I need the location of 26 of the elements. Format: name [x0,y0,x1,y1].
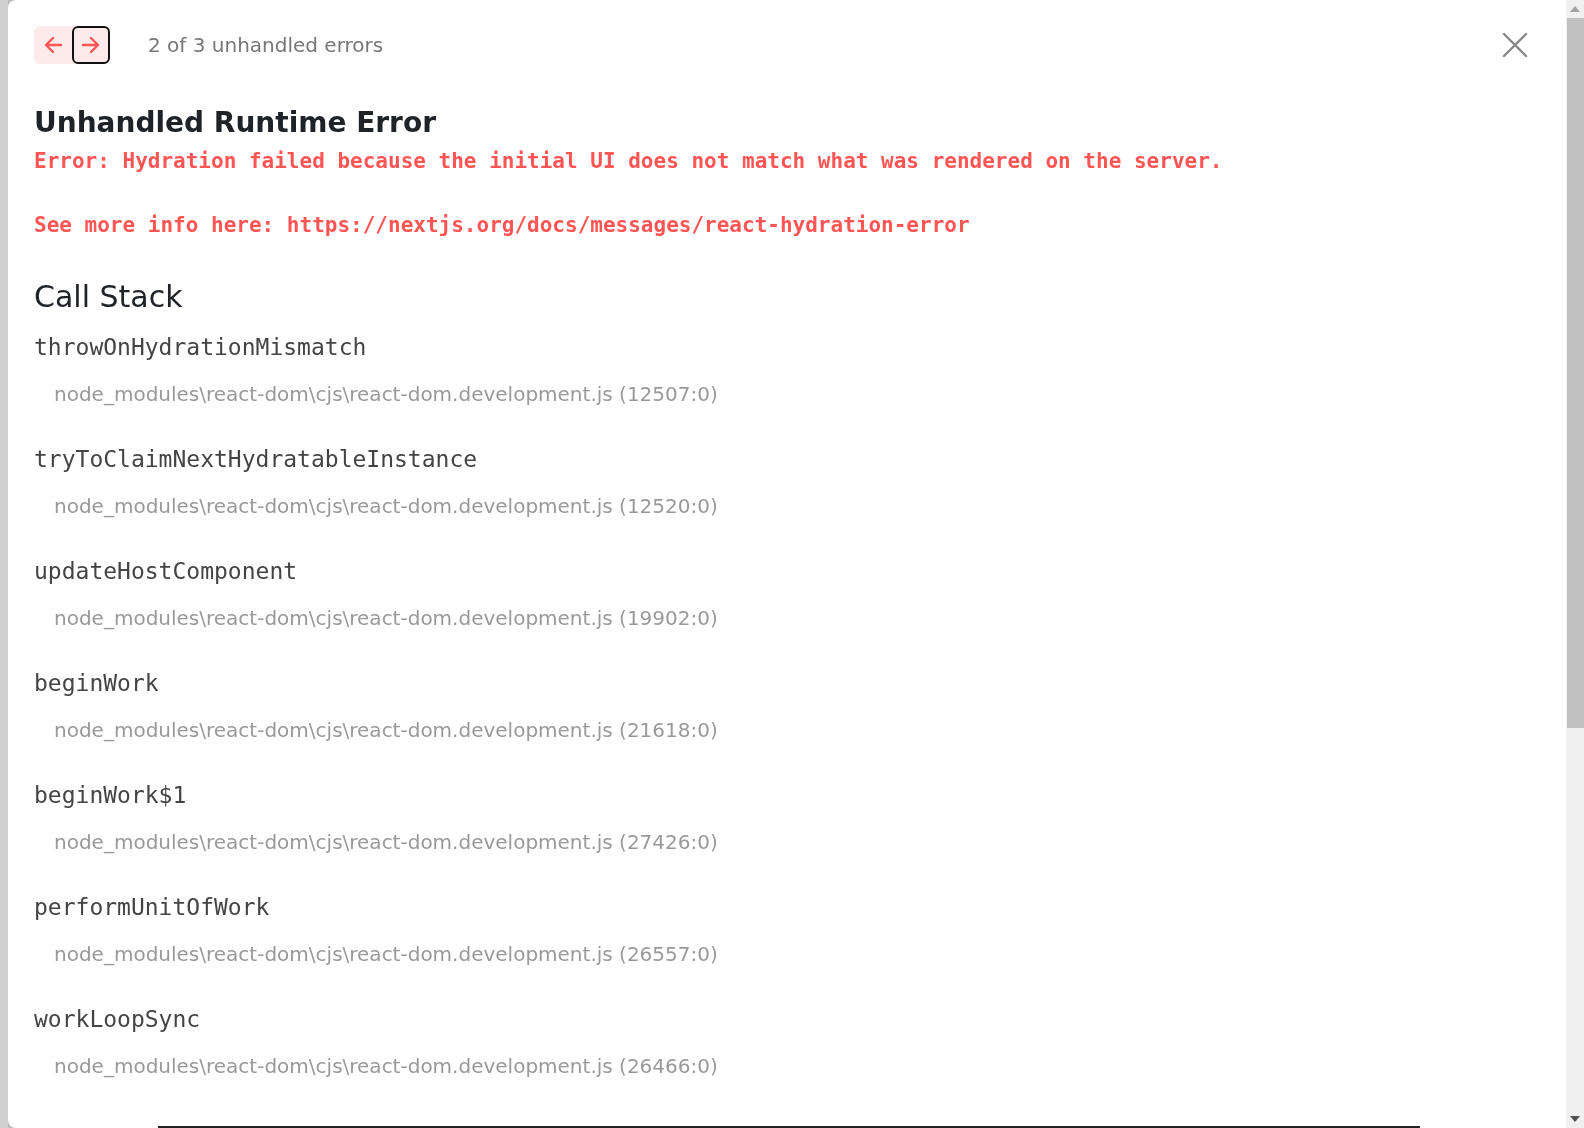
stack-frame-location[interactable]: node_modules\react-dom\cjs\react-dom.development.js (27426:0) [54,830,1542,854]
stack-frame-location[interactable]: node_modules\react-dom\cjs\react-dom.development.js (12507:0) [54,382,1542,406]
next-error-button[interactable] [72,26,110,64]
stack-frame-function: throwOnHydrationMismatch [34,334,368,360]
stack-frame-function: beginWork$1 [34,782,188,808]
stack-frame-location[interactable]: node_modules\react-dom\cjs\react-dom.development.js (26557:0) [54,942,1542,966]
close-icon[interactable] [1502,32,1528,58]
left-arrow-icon [42,34,64,56]
stack-frame-location[interactable]: node_modules\react-dom\cjs\react-dom.development.js (19902:0) [54,606,1542,630]
scroll-down-arrow-icon[interactable] [1570,1116,1580,1122]
error-counter: 2 of 3 unhandled errors [148,33,384,57]
stack-frame-function: performUnitOfWork [34,894,271,920]
stack-frame-location[interactable]: node_modules\react-dom\cjs\react-dom.development.js (26466:0) [54,1054,1542,1078]
stack-frame-function: tryToClaimNextHydratableInstance [34,446,479,472]
right-arrow-icon [80,34,102,56]
stack-frame-function: workLoopSync [34,1006,202,1032]
error-message: See more info here: https://nextjs.org/docs/messages/react-hydration-error [34,213,971,237]
scroll-up-arrow-icon[interactable] [1570,6,1580,12]
stack-frame-location[interactable]: node_modules\react-dom\cjs\react-dom.development.js (12520:0) [54,494,1542,518]
error-message: Error: Hydration failed because the initial UI does not match what was rendered on the server. [34,149,1224,173]
error-title: Unhandled Runtime Error [34,106,437,139]
stack-frame-function: updateHostComponent [34,558,299,584]
stack-frame-function: beginWork [34,670,160,696]
scrollbar[interactable] [1566,0,1584,1128]
stack-frame-location[interactable]: node_modules\react-dom\cjs\react-dom.development.js (21618:0) [54,718,1542,742]
call-stack-heading: Call Stack [34,279,184,314]
